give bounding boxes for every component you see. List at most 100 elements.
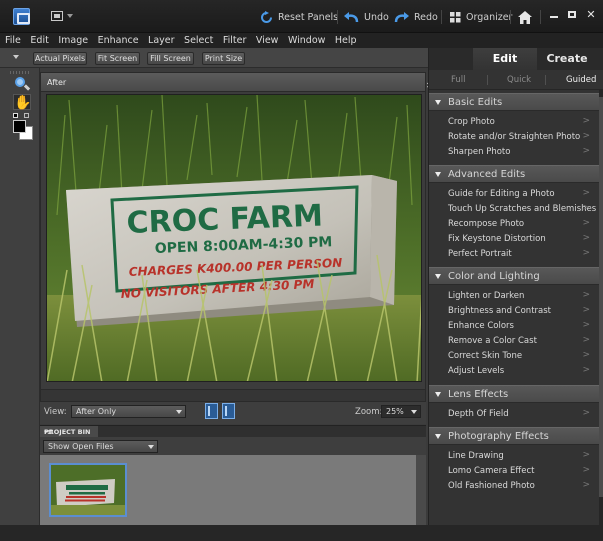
options-collapse-icon[interactable] xyxy=(13,55,19,59)
menu-image[interactable]: Image xyxy=(58,35,88,46)
guided-item-depth-of-field[interactable]: Depth Of Field > xyxy=(429,407,599,422)
screen-layout-button[interactable] xyxy=(51,10,73,23)
chevron-down-icon xyxy=(148,445,154,449)
reset-panels-label: Reset Panels xyxy=(278,11,339,23)
guided-item-crop-photo[interactable]: Crop Photo > xyxy=(429,115,599,130)
undo-label: Undo xyxy=(364,11,389,23)
divider xyxy=(540,10,541,24)
menu-window[interactable]: Window xyxy=(288,35,325,46)
bin-scrollbar[interactable] xyxy=(416,455,426,525)
section-title: Lens Effects xyxy=(448,389,509,400)
app-logo-icon xyxy=(13,8,30,25)
expand-triangle-icon xyxy=(435,434,441,439)
menu-help[interactable]: Help xyxy=(335,35,357,46)
print-size-button[interactable]: Print Size xyxy=(202,52,245,65)
photo-thumbnail[interactable] xyxy=(49,463,127,517)
guided-item-sharpen-photo[interactable]: Sharpen Photo > xyxy=(429,145,599,160)
close-icon: ✕ xyxy=(586,8,596,21)
croc-farm-photo: CROC FARM OPEN 8:00AM-4:30 PM CHARGES K4… xyxy=(47,95,421,381)
swap-before-after-icon[interactable] xyxy=(205,403,218,419)
tab-full[interactable]: Full xyxy=(451,75,466,85)
panel-menu-icon[interactable]: ▾≡ xyxy=(44,428,422,436)
close-button[interactable]: ✕ xyxy=(584,8,598,22)
guided-item-line-drawing[interactable]: Line Drawing > xyxy=(429,449,599,464)
fit-screen-button[interactable]: Fit Screen xyxy=(95,52,140,65)
guided-item-old-fashioned[interactable]: Old Fashioned Photo > xyxy=(429,479,599,494)
chevron-right-icon: > xyxy=(582,218,590,228)
undo-icon xyxy=(344,11,359,22)
reset-panels-button[interactable]: Reset Panels xyxy=(260,9,338,25)
zoom-tool[interactable] xyxy=(13,76,31,92)
swap-colors-icon xyxy=(24,113,29,118)
tab-create[interactable]: Create xyxy=(537,48,597,70)
document-tab[interactable]: After ✕ xyxy=(41,73,433,92)
panel-scrollbar[interactable] xyxy=(599,90,603,530)
color-swap-controls[interactable] xyxy=(13,113,33,119)
scroll-thumb[interactable] xyxy=(599,97,603,497)
view-label: View: xyxy=(44,407,67,417)
menu-layer[interactable]: Layer xyxy=(148,35,175,46)
section-title: Photography Effects xyxy=(448,431,549,442)
toolbox-grip[interactable] xyxy=(10,71,30,74)
bin-filter-select[interactable]: Show Open Files xyxy=(43,440,158,453)
guided-item-guide-editing[interactable]: Guide for Editing a Photo > xyxy=(429,187,599,202)
guided-item-keystone[interactable]: Fix Keystone Distortion > xyxy=(429,232,599,247)
guided-item-touch-up[interactable]: Touch Up Scratches and Blemishes > xyxy=(429,202,599,217)
section-color-lighting[interactable]: Color and Lighting xyxy=(429,267,599,285)
view-mode-select[interactable]: After Only xyxy=(71,405,186,418)
tab-quick[interactable]: Quick xyxy=(507,75,531,85)
menu-edit[interactable]: Edit xyxy=(30,35,48,46)
sync-view-icon[interactable] xyxy=(222,403,235,419)
tab-edit[interactable]: Edit xyxy=(473,48,537,70)
guided-panel: Edit Create Full Quick Guided Basic Edit… xyxy=(428,48,603,530)
chevron-right-icon: > xyxy=(582,365,590,375)
maximize-button[interactable] xyxy=(565,8,579,22)
thumbnail-image xyxy=(51,465,125,515)
chevron-right-icon: > xyxy=(582,131,590,141)
section-title: Basic Edits xyxy=(448,97,503,108)
foreground-color-swatch[interactable] xyxy=(13,120,26,133)
redo-button[interactable]: Redo xyxy=(394,9,438,25)
guided-item-enhance-colors[interactable]: Enhance Colors > xyxy=(429,319,599,334)
section-advanced-edits[interactable]: Advanced Edits xyxy=(429,165,599,183)
photo-canvas[interactable]: CROC FARM OPEN 8:00AM-4:30 PM CHARGES K4… xyxy=(46,94,422,382)
guided-item-recompose[interactable]: Recompose Photo > xyxy=(429,217,599,232)
section-photography-effects[interactable]: Photography Effects xyxy=(429,427,599,445)
menu-filter[interactable]: Filter xyxy=(223,35,247,46)
home-icon xyxy=(518,10,532,24)
home-button[interactable] xyxy=(518,9,532,25)
zoom-select[interactable]: 25% xyxy=(381,405,421,418)
guided-item-rotate-straighten[interactable]: Rotate and/or Straighten Photo > xyxy=(429,130,599,145)
minimize-icon xyxy=(550,16,558,18)
document-window: After ✕ xyxy=(40,72,433,402)
section-lens-effects[interactable]: Lens Effects xyxy=(429,385,599,403)
horizontal-scrollbar[interactable] xyxy=(41,389,425,401)
hand-tool[interactable]: ✋ xyxy=(13,94,32,111)
guided-item-lighten-darken[interactable]: Lighten or Darken > xyxy=(429,289,599,304)
guided-item-brightness-contrast[interactable]: Brightness and Contrast > xyxy=(429,304,599,319)
actual-pixels-button[interactable]: Actual Pixels xyxy=(33,52,87,65)
minimize-button[interactable] xyxy=(547,8,561,22)
menu-enhance[interactable]: Enhance xyxy=(98,35,139,46)
section-title: Color and Lighting xyxy=(448,271,540,282)
chevron-right-icon: > xyxy=(582,305,590,315)
document-title: After xyxy=(47,78,67,87)
section-basic-edits[interactable]: Basic Edits xyxy=(429,93,599,111)
hand-icon: ✋ xyxy=(14,95,32,111)
guided-item-remove-color-cast[interactable]: Remove a Color Cast > xyxy=(429,334,599,349)
tab-guided[interactable]: Guided xyxy=(566,75,596,85)
chevron-right-icon: > xyxy=(582,116,590,126)
menu-file[interactable]: File xyxy=(5,35,21,46)
guided-item-perfect-portrait[interactable]: Perfect Portrait > xyxy=(429,247,599,262)
guided-item-lomo[interactable]: Lomo Camera Effect > xyxy=(429,464,599,479)
edit-sub-tabs: Full Quick Guided xyxy=(429,70,603,90)
guided-item-skin-tone[interactable]: Correct Skin Tone > xyxy=(429,349,599,364)
fill-screen-button[interactable]: Fill Screen xyxy=(147,52,194,65)
chevron-right-icon: > xyxy=(582,480,590,490)
undo-button[interactable]: Undo xyxy=(344,9,389,25)
menu-view[interactable]: View xyxy=(256,35,279,46)
organizer-button[interactable]: Organizer xyxy=(450,9,512,25)
menu-select[interactable]: Select xyxy=(184,35,213,46)
chevron-right-icon: > xyxy=(582,408,590,418)
guided-item-adjust-levels[interactable]: Adjust Levels > xyxy=(429,364,599,379)
